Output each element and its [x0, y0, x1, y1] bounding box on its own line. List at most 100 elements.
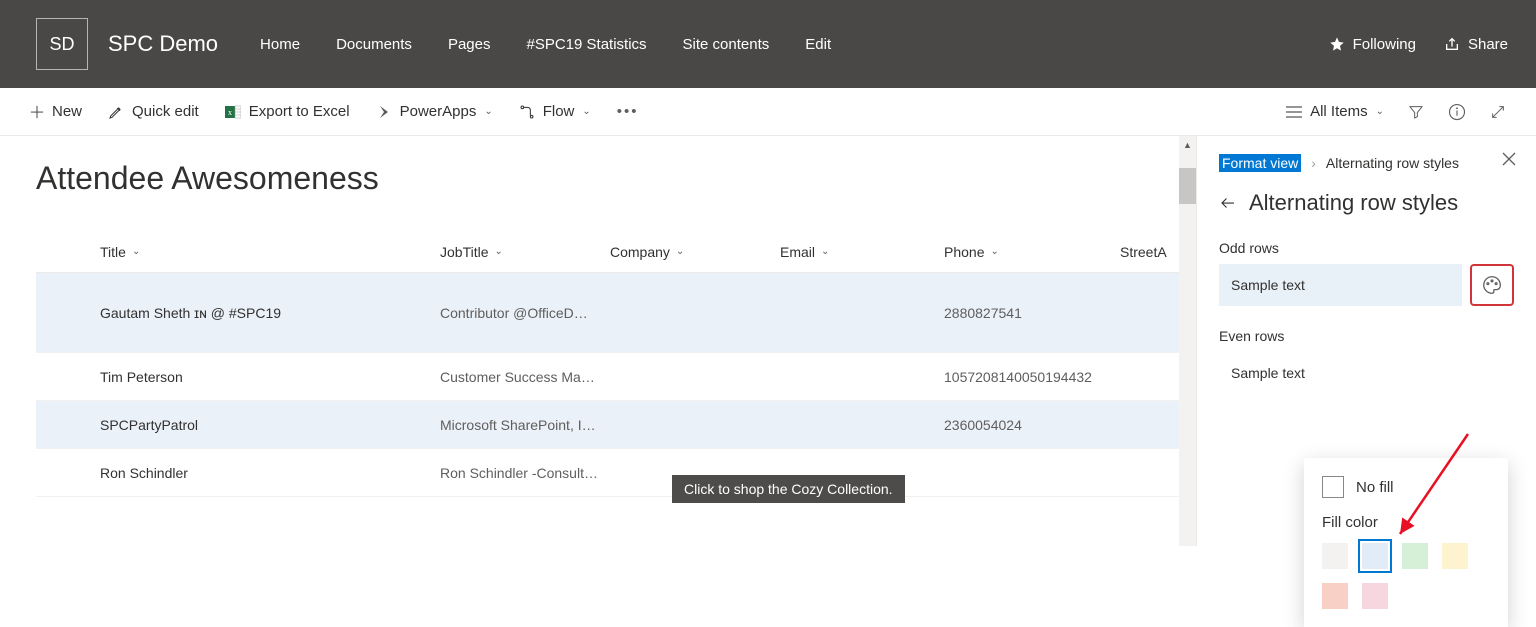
info-icon[interactable] [1448, 103, 1466, 121]
nav-home[interactable]: Home [260, 36, 300, 53]
col-phone[interactable]: Phone⌄ [944, 244, 1120, 260]
nav-sitecontents[interactable]: Site contents [683, 36, 770, 53]
more-button[interactable]: ••• [617, 103, 639, 120]
quick-edit-button[interactable]: Quick edit [108, 103, 199, 120]
breadcrumb: Format view › Alternating row styles [1219, 154, 1514, 172]
excel-icon: x [225, 104, 241, 120]
chevron-down-icon: ⌄ [484, 106, 492, 117]
follow-button[interactable]: Following [1329, 36, 1416, 53]
cell-job: Microsoft SharePoint, I… [440, 417, 610, 433]
swatch-5[interactable] [1362, 583, 1388, 609]
scroll-thumb[interactable] [1179, 168, 1196, 204]
close-button[interactable] [1502, 152, 1516, 166]
sample-text: Sample text [1231, 277, 1305, 293]
flow-button[interactable]: Flow ⌄ [519, 103, 591, 120]
sample-text: Sample text [1231, 365, 1305, 381]
chevron-down-icon: ⌄ [495, 246, 503, 257]
cell-title[interactable]: Gautam Sheth ɪɴ @ #SPC19 [100, 305, 440, 321]
share-button[interactable]: Share [1444, 36, 1508, 53]
cell-job: Customer Success Ma… [440, 369, 610, 385]
palette-icon [1481, 274, 1503, 296]
edit-odd-style-button[interactable] [1470, 264, 1514, 306]
chevron-down-icon: ⌄ [676, 246, 684, 257]
nav-pages[interactable]: Pages [448, 36, 491, 53]
powerapps-label: PowerApps [400, 103, 477, 120]
color-picker-popout: No fill Fill color [1304, 458, 1508, 627]
chevron-down-icon: ⌄ [990, 246, 998, 257]
table-row[interactable]: SPCPartyPatrol Microsoft SharePoint, I… … [36, 401, 1196, 449]
main-content: Attendee Awesomeness Title⌄ JobTitle⌄ Co… [0, 136, 1196, 546]
swatch-3[interactable] [1442, 543, 1468, 569]
expand-icon[interactable] [1490, 104, 1506, 120]
no-fill-option[interactable]: No fill [1322, 476, 1490, 498]
view-selector[interactable]: All Items ⌄ [1286, 103, 1384, 120]
table-row[interactable]: Tim Peterson Customer Success Ma… 105720… [36, 353, 1196, 401]
nav-edit[interactable]: Edit [805, 36, 831, 53]
chevron-down-icon: ⌄ [132, 246, 140, 257]
site-logo[interactable]: SD [36, 18, 88, 70]
star-icon [1329, 36, 1345, 52]
powerapps-button[interactable]: PowerApps ⌄ [376, 103, 493, 120]
scrollbar[interactable]: ▲ [1179, 136, 1196, 546]
cell-title[interactable]: SPCPartyPatrol [100, 417, 440, 433]
scroll-up-icon[interactable]: ▲ [1179, 136, 1196, 153]
swatch-2[interactable] [1402, 543, 1428, 569]
table-row[interactable]: Ron Schindler Ron Schindler -Consult… [36, 449, 1196, 497]
crumb-format-view[interactable]: Format view [1219, 154, 1301, 172]
swatch-0[interactable] [1322, 543, 1348, 569]
export-label: Export to Excel [249, 103, 350, 120]
chevron-down-icon: ⌄ [1376, 106, 1384, 117]
col-email[interactable]: Email⌄ [780, 244, 944, 260]
cell-phone: 2360054024 [944, 417, 1120, 433]
command-bar: New Quick edit x Export to Excel PowerAp… [0, 88, 1536, 136]
odd-rows-label: Odd rows [1219, 240, 1514, 256]
new-label: New [52, 103, 82, 120]
flow-icon [519, 104, 535, 120]
table-row[interactable]: Gautam Sheth ɪɴ @ #SPC19 Contributor @Of… [36, 273, 1196, 353]
fill-color-label: Fill color [1322, 514, 1490, 531]
suite-header: SD SPC Demo Home Documents Pages #SPC19 … [0, 0, 1536, 88]
site-title[interactable]: SPC Demo [108, 31, 218, 57]
even-sample: Sample text [1219, 352, 1514, 394]
cell-job: Ron Schindler -Consult… [440, 465, 610, 481]
export-excel-button[interactable]: x Export to Excel [225, 103, 350, 120]
cell-phone: 2880827541 [944, 305, 1120, 321]
cell-title[interactable]: Tim Peterson [100, 369, 440, 385]
cell-title[interactable]: Ron Schindler [100, 465, 440, 481]
cell-phone: 1057208140050194432 [944, 369, 1120, 385]
swatch-4[interactable] [1322, 583, 1348, 609]
share-label: Share [1468, 36, 1508, 53]
nav-documents[interactable]: Documents [336, 36, 412, 53]
arrow-left-icon [1219, 194, 1237, 212]
chevron-down-icon: ⌄ [821, 246, 829, 257]
follow-label: Following [1353, 36, 1416, 53]
chevron-right-icon: › [1311, 155, 1316, 171]
odd-sample: Sample text [1219, 264, 1462, 306]
plus-icon [30, 105, 44, 119]
flow-label: Flow [543, 103, 575, 120]
swatch-1[interactable] [1362, 543, 1388, 569]
col-jobtitle[interactable]: JobTitle⌄ [440, 244, 610, 260]
col-title[interactable]: Title⌄ [100, 244, 440, 260]
crumb-current: Alternating row styles [1326, 155, 1459, 171]
back-button[interactable] [1219, 194, 1237, 212]
no-fill-swatch [1322, 476, 1344, 498]
nav-statistics[interactable]: #SPC19 Statistics [526, 36, 646, 53]
new-button[interactable]: New [30, 103, 82, 120]
panel-title: Alternating row styles [1249, 190, 1458, 216]
close-icon [1502, 152, 1516, 166]
tooltip: Click to shop the Cozy Collection. [672, 475, 905, 503]
ellipsis-icon: ••• [617, 103, 639, 120]
top-nav: Home Documents Pages #SPC19 Statistics S… [260, 36, 831, 53]
col-street[interactable]: StreetA [1120, 244, 1180, 260]
share-icon [1444, 36, 1460, 52]
even-rows-label: Even rows [1219, 328, 1514, 344]
filter-icon[interactable] [1408, 104, 1424, 120]
pencil-icon [108, 104, 124, 120]
powerapps-icon [376, 104, 392, 120]
cell-job: Contributor @OfficeD… [440, 305, 610, 321]
col-company[interactable]: Company⌄ [610, 244, 780, 260]
table-header: Title⌄ JobTitle⌄ Company⌄ Email⌄ Phone⌄ … [36, 231, 1196, 273]
chevron-down-icon: ⌄ [582, 106, 590, 117]
format-panel: Format view › Alternating row styles Alt… [1196, 136, 1536, 546]
